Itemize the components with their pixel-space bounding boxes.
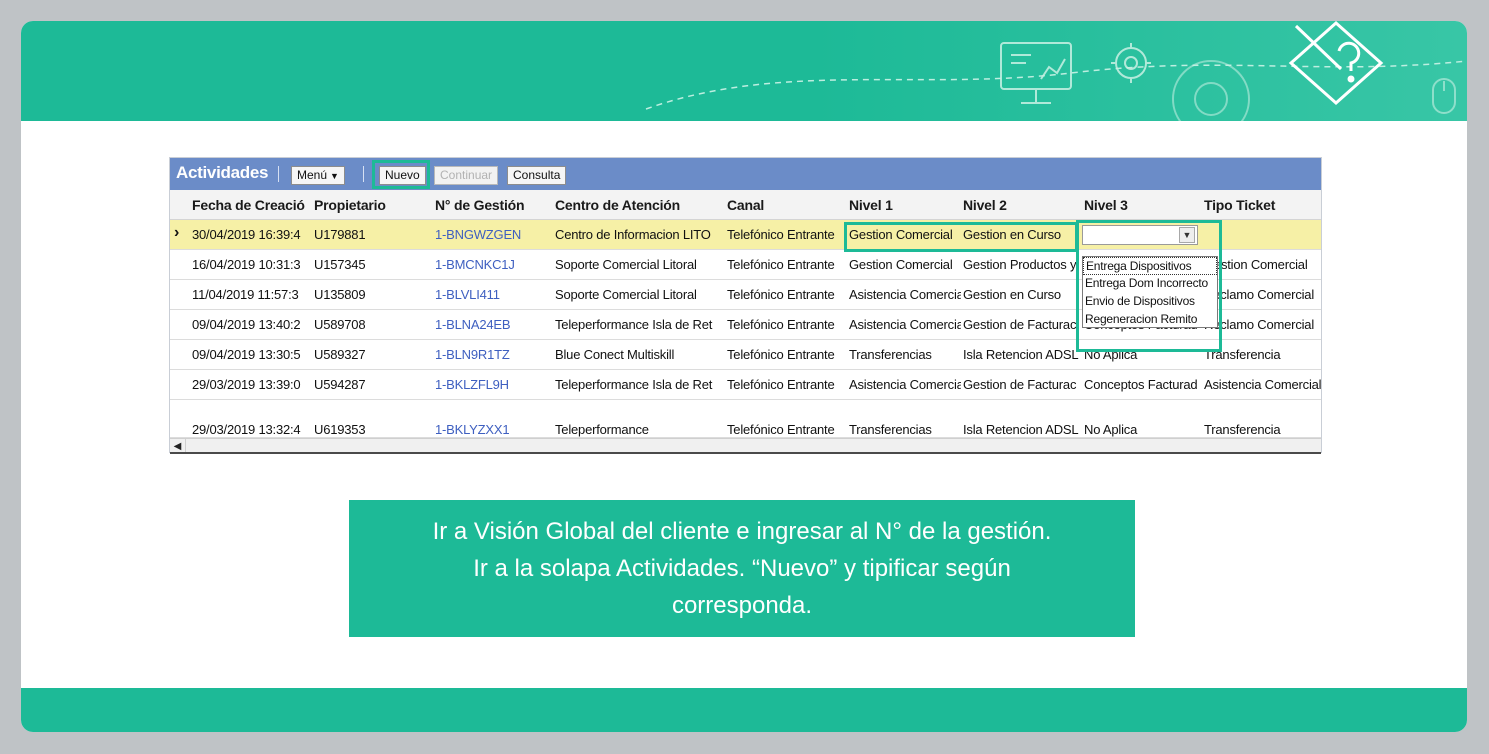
horizontal-scrollbar[interactable]: ◀ <box>170 438 1321 454</box>
cell-centro: Soporte Comercial Litoral <box>555 287 697 302</box>
cell-centro: Centro de Informacion LITO <box>555 227 711 242</box>
cell-gestion-link[interactable]: 1-BNGWZGEN <box>435 227 551 242</box>
cell-nivel3: Conceptos Facturad <box>1084 377 1198 392</box>
cell-fecha: 30/04/2019 16:39:4 <box>192 227 301 242</box>
toolbar-separator <box>278 166 279 182</box>
cell-nivel3: No Aplica <box>1084 422 1138 437</box>
header-band <box>21 21 1467 121</box>
activities-grid: Actividades Menú ▼ Nuevo Continuar Consul… <box>169 157 1322 454</box>
cell-canal: Telefónico Entrante <box>727 422 835 437</box>
cell-canal: Telefónico Entrante <box>727 377 835 392</box>
cell-propietario: U594287 <box>314 377 366 392</box>
column-header[interactable]: Nivel 3 <box>1084 197 1200 213</box>
column-header[interactable]: Centro de Atención <box>555 197 720 213</box>
dropdown-option[interactable]: Regeneracion Remito <box>1083 311 1217 329</box>
cell-gestion-link[interactable]: 1-BMCNKC1J <box>435 257 551 272</box>
grid-toolbar: Actividades Menú ▼ Nuevo Continuar Consul… <box>170 158 1321 190</box>
cell-gestion-link[interactable]: 1-BLNA24EB <box>435 317 551 332</box>
cell-fecha: 29/03/2019 13:39:0 <box>192 377 301 392</box>
cell-propietario: U179881 <box>314 227 366 242</box>
continuar-button[interactable]: Continuar <box>434 166 499 185</box>
header-decoration <box>645 21 1467 121</box>
column-header[interactable]: Nivel 1 <box>849 197 959 213</box>
cell-fecha: 29/03/2019 13:32:4 <box>192 422 301 437</box>
cell-propietario: U157345 <box>314 257 366 272</box>
cell-propietario: U589327 <box>314 347 366 362</box>
nuevo-highlight <box>372 160 430 189</box>
instruction-line: Ir a Visión Global del cliente e ingresa… <box>432 518 1052 545</box>
column-header[interactable]: Propietario <box>314 197 430 213</box>
cell-nivel2: Gestion Productos y <box>963 257 1077 272</box>
cell-canal: Telefónico Entrante <box>727 317 835 332</box>
cell-centro: Blue Conect Multiskill <box>555 347 675 362</box>
pencil-question-icon <box>1288 21 1384 106</box>
cell-gestion-link[interactable]: 1-BLN9R1TZ <box>435 347 551 362</box>
footer-band <box>21 688 1467 732</box>
menu-button[interactable]: Menú ▼ <box>291 166 345 185</box>
nivel3-dropdown-list: Entrega Dispositivos Entrega Dom Incorre… <box>1082 256 1218 328</box>
row-selector-icon: › <box>174 224 180 241</box>
toolbar-separator <box>363 166 364 182</box>
nivel1-nivel2-highlight <box>844 222 1078 252</box>
cell-nivel2: Isla Retencion ADSL <box>963 422 1079 437</box>
cell-centro: Teleperformance Isla de Ret <box>555 377 713 392</box>
dropdown-option[interactable]: Envio de Dispositivos <box>1083 293 1217 311</box>
cell-nivel1: Transferencias <box>849 422 932 437</box>
cell-propietario: U619353 <box>314 422 366 437</box>
instruction-line: Ir a la solapa Actividades. “Nuevo” y ti… <box>473 555 1011 582</box>
cell-nivel2: Gestion de Facturac <box>963 377 1077 392</box>
column-header[interactable]: Tipo Ticket <box>1204 197 1322 213</box>
instruction-box: Ir a Visión Global del cliente e ingresa… <box>349 500 1135 637</box>
slide-card: Actividades Menú ▼ Nuevo Continuar Consul… <box>21 21 1467 732</box>
cell-canal: Telefónico Entrante <box>727 347 835 362</box>
table-row[interactable]: 29/03/2019 13:32:4 U619353 1-BKLYZXX1 Te… <box>170 400 1321 438</box>
dropdown-option[interactable]: Entrega Dispositivos <box>1083 257 1217 275</box>
cell-propietario: U589708 <box>314 317 366 332</box>
cell-centro: Soporte Comercial Litoral <box>555 257 697 272</box>
cell-fecha: 09/04/2019 13:40:2 <box>192 317 301 332</box>
gear-icon <box>1111 43 1151 83</box>
column-header[interactable]: Fecha de Creació <box>192 197 312 213</box>
cell-gestion-link[interactable]: 1-BLVLI411 <box>435 287 551 302</box>
table-row[interactable]: 29/03/2019 13:39:0 U594287 1-BKLZFL9H Te… <box>170 370 1322 400</box>
cell-nivel1: Asistencia Comercia <box>849 287 961 302</box>
cell-gestion-link[interactable]: 1-BKLZFL9H <box>435 377 551 392</box>
column-header[interactable]: Canal <box>727 197 843 213</box>
cell-nivel1: Asistencia Comercia <box>849 377 961 392</box>
cell-nivel2: Gestion de Facturac <box>963 317 1077 332</box>
cell-canal: Telefónico Entrante <box>727 287 835 302</box>
cell-nivel1: Transferencias <box>849 347 932 362</box>
cell-nivel2: Isla Retencion ADSL <box>963 347 1079 362</box>
mouse-icon <box>1432 78 1456 114</box>
consulta-button[interactable]: Consulta <box>507 166 567 185</box>
cell-propietario: U135809 <box>314 287 366 302</box>
presentation-board-icon <box>1000 42 1072 104</box>
cell-nivel1: Asistencia Comercia <box>849 317 961 332</box>
dropdown-option[interactable]: Entrega Dom Incorrecto <box>1083 275 1217 293</box>
instruction-line: corresponda. <box>671 592 813 619</box>
cell-fecha: 16/04/2019 10:31:3 <box>192 257 301 272</box>
column-header[interactable]: N° de Gestión <box>435 197 551 213</box>
menu-button-label: Menú <box>297 168 328 182</box>
cell-centro: Teleperformance Isla de Ret <box>555 317 713 332</box>
grid-header: Fecha de Creació Propietario N° de Gesti… <box>170 190 1321 220</box>
cell-fecha: 11/04/2019 11:57:3 <box>192 287 299 302</box>
applet-title: Actividades <box>176 163 269 182</box>
cell-canal: Telefónico Entrante <box>727 227 835 242</box>
scrollbar-edge <box>170 452 1321 454</box>
cell-nivel2: Gestion en Curso <box>963 287 1061 302</box>
cell-nivel1: Gestion Comercial <box>849 257 953 272</box>
cell-tipo: Asistencia Comercial <box>1204 377 1322 392</box>
cell-gestion-link[interactable]: 1-BKLYZXX1 <box>435 422 551 437</box>
cell-tipo: Transferencia <box>1204 422 1281 437</box>
cell-fecha: 09/04/2019 13:30:5 <box>192 347 301 362</box>
cell-centro: Teleperformance <box>555 422 649 437</box>
caret-down-icon: ▼ <box>330 171 339 181</box>
cell-canal: Telefónico Entrante <box>727 257 835 272</box>
column-header[interactable]: Nivel 2 <box>963 197 1079 213</box>
